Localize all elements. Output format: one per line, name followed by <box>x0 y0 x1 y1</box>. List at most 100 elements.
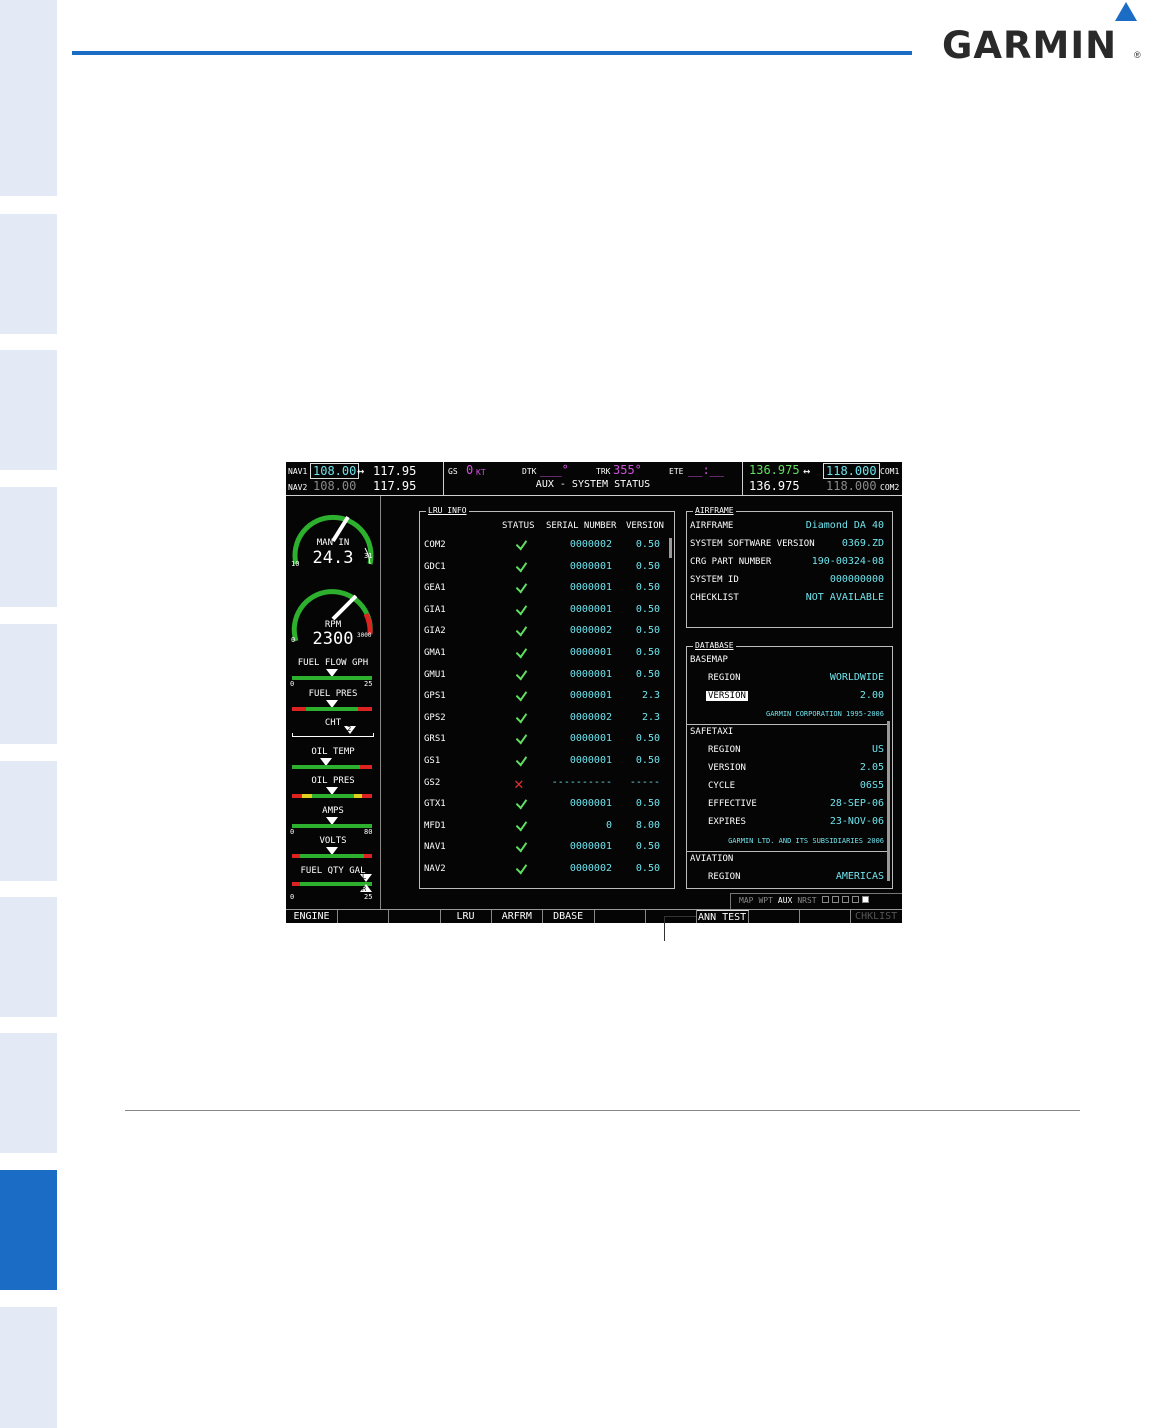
oil-pres-caution-band <box>302 794 312 798</box>
softkey-5[interactable]: ARFRM <box>491 910 544 923</box>
page-group-item[interactable]: NRST <box>797 896 816 905</box>
lru-row: COM2 0000002 0.50 <box>420 536 668 556</box>
aviation-label: AVIATION <box>690 854 734 864</box>
page-group-item[interactable]: AUX <box>778 896 792 905</box>
oil-temp-high-band <box>360 765 372 769</box>
softkey-10[interactable] <box>748 910 800 923</box>
softkey-7[interactable] <box>594 910 646 923</box>
fuel-pres-low-band <box>292 707 306 711</box>
page-group-item[interactable]: WPT <box>758 896 772 905</box>
airframe-row-label: CHECKLIST <box>690 593 739 603</box>
side-tab-9-active[interactable] <box>0 1170 57 1290</box>
lru-row: GS2 ✕ ---------- ----- <box>420 774 668 794</box>
airframe-panel: AIRFRAME AIRFRAME Diamond DA 40 SYSTEM SOF… <box>686 506 893 628</box>
safetaxi-version-label: VERSION <box>708 763 746 773</box>
nav1-standby-freq[interactable]: 117.95 <box>373 464 416 478</box>
basemap-version-value: 2.00 <box>859 690 884 701</box>
softkey-12[interactable]: CHKLIST <box>851 910 902 923</box>
volts-label: VOLTS <box>319 836 347 846</box>
lru-info-panel: LRU INFO STATUS SERIAL NUMBER VERSION CO… <box>419 506 675 889</box>
airframe-row-value: 000000000 <box>829 574 884 585</box>
database-scrollbar[interactable] <box>887 721 890 881</box>
softkey-9[interactable]: ANN TEST <box>696 910 749 923</box>
basemap-version-label[interactable]: VERSION <box>706 691 748 701</box>
side-tab-2[interactable] <box>0 214 57 334</box>
airframe-row-value: NOT AVAILABLE <box>805 592 884 603</box>
fuel-flow-label: FUEL FLOW GPH <box>297 658 369 668</box>
side-tab-5[interactable] <box>0 624 57 744</box>
garmin-logo: GARMIN ® <box>942 2 1142 67</box>
status-ok-icon <box>515 838 528 853</box>
safetaxi-effective-label: EFFECTIVE <box>708 799 757 809</box>
softkey-4[interactable]: LRU <box>440 910 492 923</box>
oil-temp-label: OIL TEMP <box>311 747 355 757</box>
side-tab-3[interactable] <box>0 350 57 470</box>
safetaxi-cycle-label: CYCLE <box>708 781 736 791</box>
softkey-6[interactable]: DBASE <box>543 910 595 923</box>
nav2-active-freq[interactable]: 108.00 <box>313 479 356 493</box>
airframe-title: AIRFRAME <box>693 506 736 515</box>
lru-name: GS2 <box>424 777 441 788</box>
lru-serial: 0000001 <box>569 647 612 658</box>
airframe-row-value: 190-00324-08 <box>811 556 884 567</box>
lru-serial: 0000002 <box>569 863 612 874</box>
logo-triangle-icon <box>1115 2 1137 21</box>
status-header: STATUS <box>502 521 535 531</box>
volts-low-band <box>292 854 300 858</box>
com2-standby-freq[interactable]: 118.000 <box>826 479 877 493</box>
basemap-label: BASEMAP <box>690 655 728 665</box>
side-tab-4[interactable] <box>0 487 57 607</box>
status-ok-icon <box>515 752 528 767</box>
side-tab-7[interactable] <box>0 897 57 1017</box>
fuel-pres-label: FUEL PRES <box>308 689 358 699</box>
oil-pres-high-band <box>362 794 372 798</box>
page-title: AUX - SYSTEM STATUS <box>535 479 651 490</box>
side-tab-1[interactable] <box>0 0 57 196</box>
status-ok-icon <box>515 687 528 702</box>
lru-serial: 0000002 <box>569 539 612 550</box>
fuel-qty-right: R <box>362 885 367 893</box>
page-group-item[interactable]: MAP <box>739 896 753 905</box>
status-ok-icon <box>515 666 528 681</box>
nav1-active-freq[interactable]: 108.00 <box>310 463 360 479</box>
com1-active-freq[interactable]: 136.975 <box>749 463 800 477</box>
amps-min: 0 <box>290 828 295 836</box>
lru-version: 0.50 <box>635 755 660 766</box>
status-ok-icon <box>515 622 528 637</box>
side-tab-8[interactable] <box>0 1033 57 1153</box>
com2-label: COM2 <box>880 483 900 492</box>
fuel-qty-max: 25 <box>364 893 373 901</box>
lru-serial: 0000001 <box>569 690 612 702</box>
database-title: DATABASE <box>693 641 736 650</box>
softkey-11[interactable] <box>799 910 852 923</box>
lru-row: GDC1 0000001 0.50 <box>420 558 668 578</box>
gs-value: 0 <box>466 463 474 477</box>
oil-pres-caution-high-band <box>354 794 362 798</box>
fuel-qty-low-band <box>292 882 300 886</box>
status-ok-icon <box>515 709 528 724</box>
lru-version: 0.50 <box>635 733 660 745</box>
side-tab-10[interactable] <box>0 1307 57 1428</box>
lru-version: 2.3 <box>641 690 660 702</box>
softkey-1[interactable]: ENGINE <box>286 910 338 923</box>
lru-serial: 0000001 <box>569 582 612 594</box>
status-ok-icon <box>515 644 528 659</box>
man-in-label: MAN IN <box>316 538 350 548</box>
com1-standby-freq[interactable]: 118.000 <box>823 463 880 479</box>
status-ok-icon <box>515 860 528 875</box>
side-tab-6[interactable] <box>0 761 57 881</box>
softkey-3[interactable] <box>389 910 441 923</box>
nav2-standby-freq[interactable]: 117.95 <box>373 479 416 493</box>
trk-value: 355° <box>613 463 642 477</box>
softkey-2[interactable] <box>337 910 390 923</box>
com2-active-freq[interactable]: 136.975 <box>749 479 800 493</box>
oil-pres-low-band <box>292 794 302 798</box>
lru-serial: 0000001 <box>569 798 612 810</box>
top-bar: NAV1 108.00 ↔ 117.95 NAV2 108.00 117.95 … <box>286 462 902 496</box>
page-indicator-box-icon <box>841 896 849 903</box>
database-divider <box>687 724 887 725</box>
cht-marker: 2 <box>347 725 352 733</box>
lru-row: GMU1 0000001 0.50 <box>420 666 668 686</box>
lru-scrollbar[interactable] <box>669 538 672 558</box>
lru-name: GTX1 <box>424 799 446 810</box>
